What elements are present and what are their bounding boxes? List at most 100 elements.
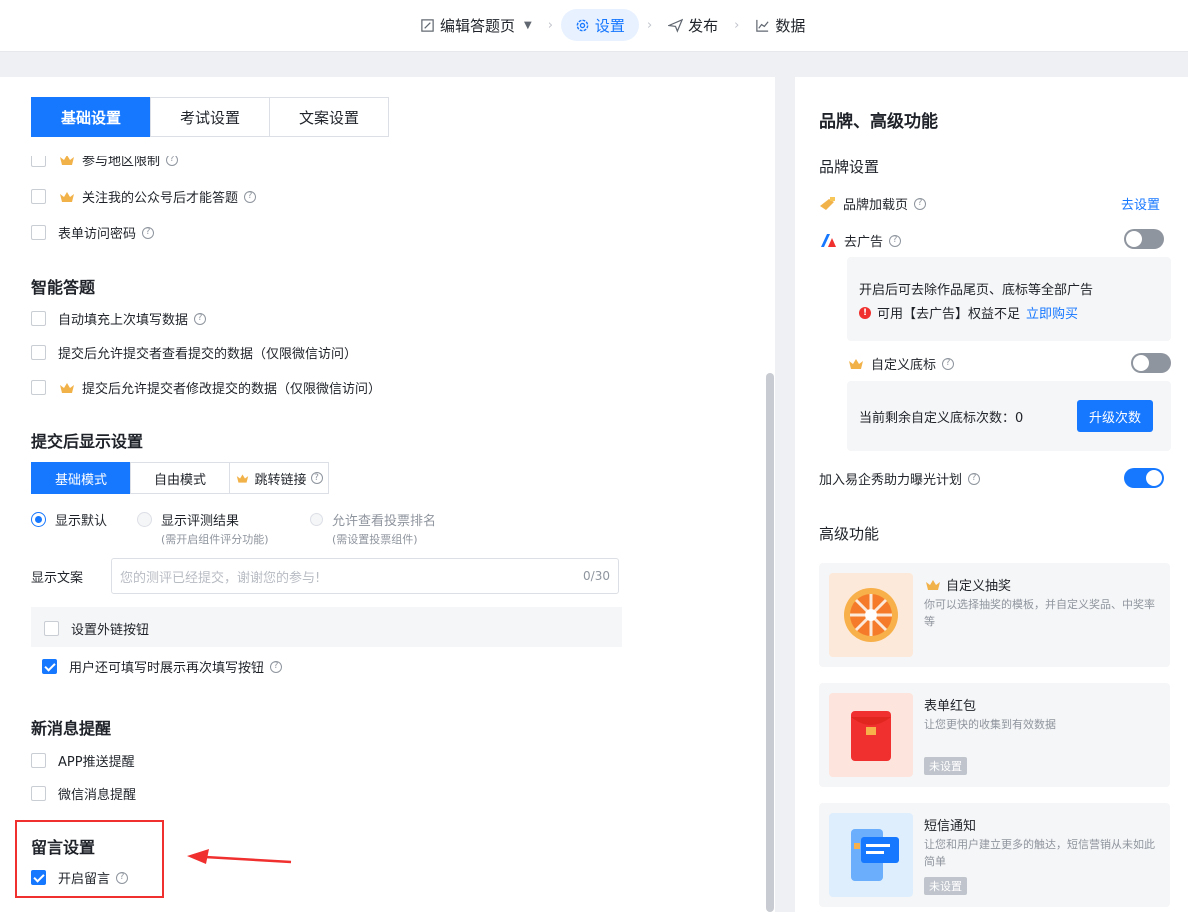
refill-option[interactable]: 用户还可填写时展示再次填写按钮 ? <box>42 657 283 676</box>
view-submitted-option[interactable]: 提交后允许提交者查看提交的数据（仅限微信访问） <box>31 343 357 362</box>
wechat-notify-option[interactable]: 微信消息提醒 <box>31 784 136 803</box>
help-icon[interactable]: ? <box>942 357 955 370</box>
step-data[interactable]: 数据 <box>747 9 813 41</box>
autofill-option[interactable]: 自动填充上次填写数据 ? <box>31 309 207 328</box>
radio-vote-rank-dot[interactable] <box>310 513 323 526</box>
feature-card-lottery[interactable]: 自定义抽奖 你可以选择抽奖的模板，并自定义奖品、中奖率等 <box>819 563 1170 667</box>
help-icon[interactable]: ? <box>889 234 902 247</box>
help-icon[interactable]: ? <box>968 472 981 485</box>
follow-account-checkbox[interactable] <box>31 189 46 204</box>
app-push-option[interactable]: APP推送提醒 <box>31 751 135 770</box>
follow-account-option[interactable]: 关注我的公众号后才能答题 ? <box>31 187 257 206</box>
step-publish-label: 发布 <box>688 16 719 35</box>
smart-answer-title: 智能答题 <box>31 278 96 297</box>
radio-vote-rank[interactable]: 允许查看投票排名 (需设置投票组件) <box>310 510 436 547</box>
chevron-right-icon: › <box>646 17 653 33</box>
sms-thumbnail <box>829 813 913 897</box>
radio-vote-rank-label: 允许查看投票排名 <box>332 514 437 529</box>
brand-advanced-panel: 品牌、高级功能 品牌设置 品牌加载页 ? 去设置 去广告 ? 开启后可去除作品尾… <box>795 77 1188 912</box>
tab-copy-settings[interactable]: 文案设置 <box>269 97 389 137</box>
ads-desc: 开启后可去除作品尾页、底标等全部广告 <box>859 283 1094 298</box>
upgrade-button[interactable]: 升级次数 <box>1077 400 1153 432</box>
display-text-placeholder: 您的测评已经提交，谢谢您的参与! <box>120 570 321 586</box>
enable-comment-checkbox[interactable] <box>31 870 46 885</box>
scrollbar[interactable] <box>766 373 774 912</box>
wechat-notify-checkbox[interactable] <box>31 786 46 801</box>
red-packet-desc: 让您更快的收集到有效数据 <box>924 718 1056 731</box>
top-navigation-bar: 编辑答题页 ▼ › 设置 › 发布 › 数据 <box>0 0 1188 52</box>
lottery-wheel-icon <box>844 588 898 642</box>
display-text-input[interactable]: 您的测评已经提交，谢谢您的参与! 0/30 <box>111 558 619 594</box>
app-push-checkbox[interactable] <box>31 753 46 768</box>
remove-ads-toggle[interactable] <box>1124 229 1164 249</box>
radio-show-result[interactable]: 显示评测结果 (需开启组件评分功能) <box>137 510 269 547</box>
send-icon <box>668 18 684 33</box>
ads-info-box: 开启后可去除作品尾页、底标等全部广告 ! 可用【去广告】权益不足 立即购买 <box>847 257 1171 341</box>
go-setting-link[interactable]: 去设置 <box>1121 194 1160 213</box>
radio-show-default-dot[interactable] <box>31 512 46 527</box>
view-submitted-label: 提交后允许提交者查看提交的数据（仅限微信访问） <box>58 347 358 362</box>
mode-free-button[interactable]: 自由模式 <box>130 462 230 494</box>
help-icon[interactable]: ? <box>166 156 179 166</box>
help-icon[interactable]: ? <box>194 312 207 325</box>
crown-icon <box>237 473 249 483</box>
step-settings[interactable]: 设置 <box>560 9 639 41</box>
lottery-title: 自定义抽奖 <box>924 575 1011 594</box>
sms-title: 短信通知 <box>924 815 976 834</box>
edit-submitted-label: 提交后允许提交者修改提交的数据（仅限微信访问） <box>82 382 382 397</box>
region-limit-checkbox[interactable] <box>31 156 46 167</box>
sms-phone-icon <box>851 829 899 881</box>
chevron-right-icon: › <box>547 17 553 33</box>
form-password-option[interactable]: 表单访问密码 ? <box>31 223 155 242</box>
form-password-checkbox[interactable] <box>31 225 46 240</box>
help-icon[interactable]: ? <box>244 190 257 203</box>
red-packet-thumbnail <box>829 693 913 777</box>
remove-ads-row: 去广告 ? <box>819 231 902 250</box>
annotation-arrow <box>187 849 292 864</box>
step-data-label: 数据 <box>775 16 806 35</box>
brand-loading-label: 品牌加载页 <box>843 198 909 213</box>
enable-comment-option[interactable]: 开启留言 ? <box>31 868 129 887</box>
ads-warning-row: ! 可用【去广告】权益不足 立即购买 <box>859 303 1078 322</box>
step-publish[interactable]: 发布 <box>660 9 726 41</box>
sms-title-text: 短信通知 <box>924 819 977 834</box>
help-icon[interactable]: ? <box>116 871 129 884</box>
lottery-desc: 你可以选择抽奖的模板，并自定义奖品、中奖率等 <box>924 598 1155 628</box>
step-navigation: 编辑答题页 ▼ › 设置 › 发布 › 数据 <box>412 9 813 41</box>
radio-show-result-dot[interactable] <box>137 512 152 527</box>
exposure-plan-toggle[interactable] <box>1124 468 1164 488</box>
brand-loading-icon <box>820 196 835 210</box>
help-icon[interactable]: ? <box>270 660 283 673</box>
mode-redirect-label: 跳转链接 <box>254 472 307 488</box>
autofill-checkbox[interactable] <box>31 311 46 326</box>
step-edit-label: 编辑答题页 <box>440 16 516 35</box>
custom-footer-row: 自定义底标 ? <box>847 354 955 373</box>
help-icon[interactable]: ? <box>310 472 323 484</box>
form-password-label: 表单访问密码 <box>58 227 137 242</box>
feature-card-sms[interactable]: 短信通知 让您和用户建立更多的触达，短信营销从未如此简单 未设置 <box>819 803 1170 907</box>
edit-submitted-option[interactable]: 提交后允许提交者修改提交的数据（仅限微信访问） <box>31 378 381 397</box>
buy-now-link[interactable]: 立即购买 <box>1026 303 1078 322</box>
refill-checkbox[interactable] <box>42 659 57 674</box>
radio-show-default-label: 显示默认 <box>55 514 108 529</box>
help-icon[interactable]: ? <box>914 197 927 210</box>
enable-comment-label: 开启留言 <box>58 872 111 887</box>
feature-card-red-packet[interactable]: 表单红包 让您更快的收集到有效数据 未设置 <box>819 683 1170 787</box>
custom-footer-toggle[interactable] <box>1131 353 1171 373</box>
edit-submitted-checkbox[interactable] <box>31 380 46 395</box>
mode-basic-button[interactable]: 基础模式 <box>31 462 131 494</box>
tab-exam-settings[interactable]: 考试设置 <box>150 97 270 137</box>
region-limit-option[interactable]: 参与地区限制 ? <box>31 156 179 169</box>
radio-show-default[interactable]: 显示默认 <box>31 510 107 529</box>
red-packet-title-text: 表单红包 <box>924 699 977 714</box>
mode-redirect-button[interactable]: 跳转链接 ? <box>229 462 329 494</box>
tab-basic-settings[interactable]: 基础设置 <box>31 97 151 137</box>
step-edit-page[interactable]: 编辑答题页 ▼ <box>412 9 540 41</box>
chevron-down-icon[interactable]: ▼ <box>524 20 532 31</box>
external-link-option[interactable]: 设置外链按钮 <box>44 619 149 638</box>
ads-warning-text: 可用【去广告】权益不足 <box>877 307 1021 322</box>
help-icon[interactable]: ? <box>142 226 155 239</box>
brand-loading-row: 品牌加载页 ? <box>819 194 927 213</box>
external-link-checkbox[interactable] <box>44 621 59 636</box>
view-submitted-checkbox[interactable] <box>31 345 46 360</box>
